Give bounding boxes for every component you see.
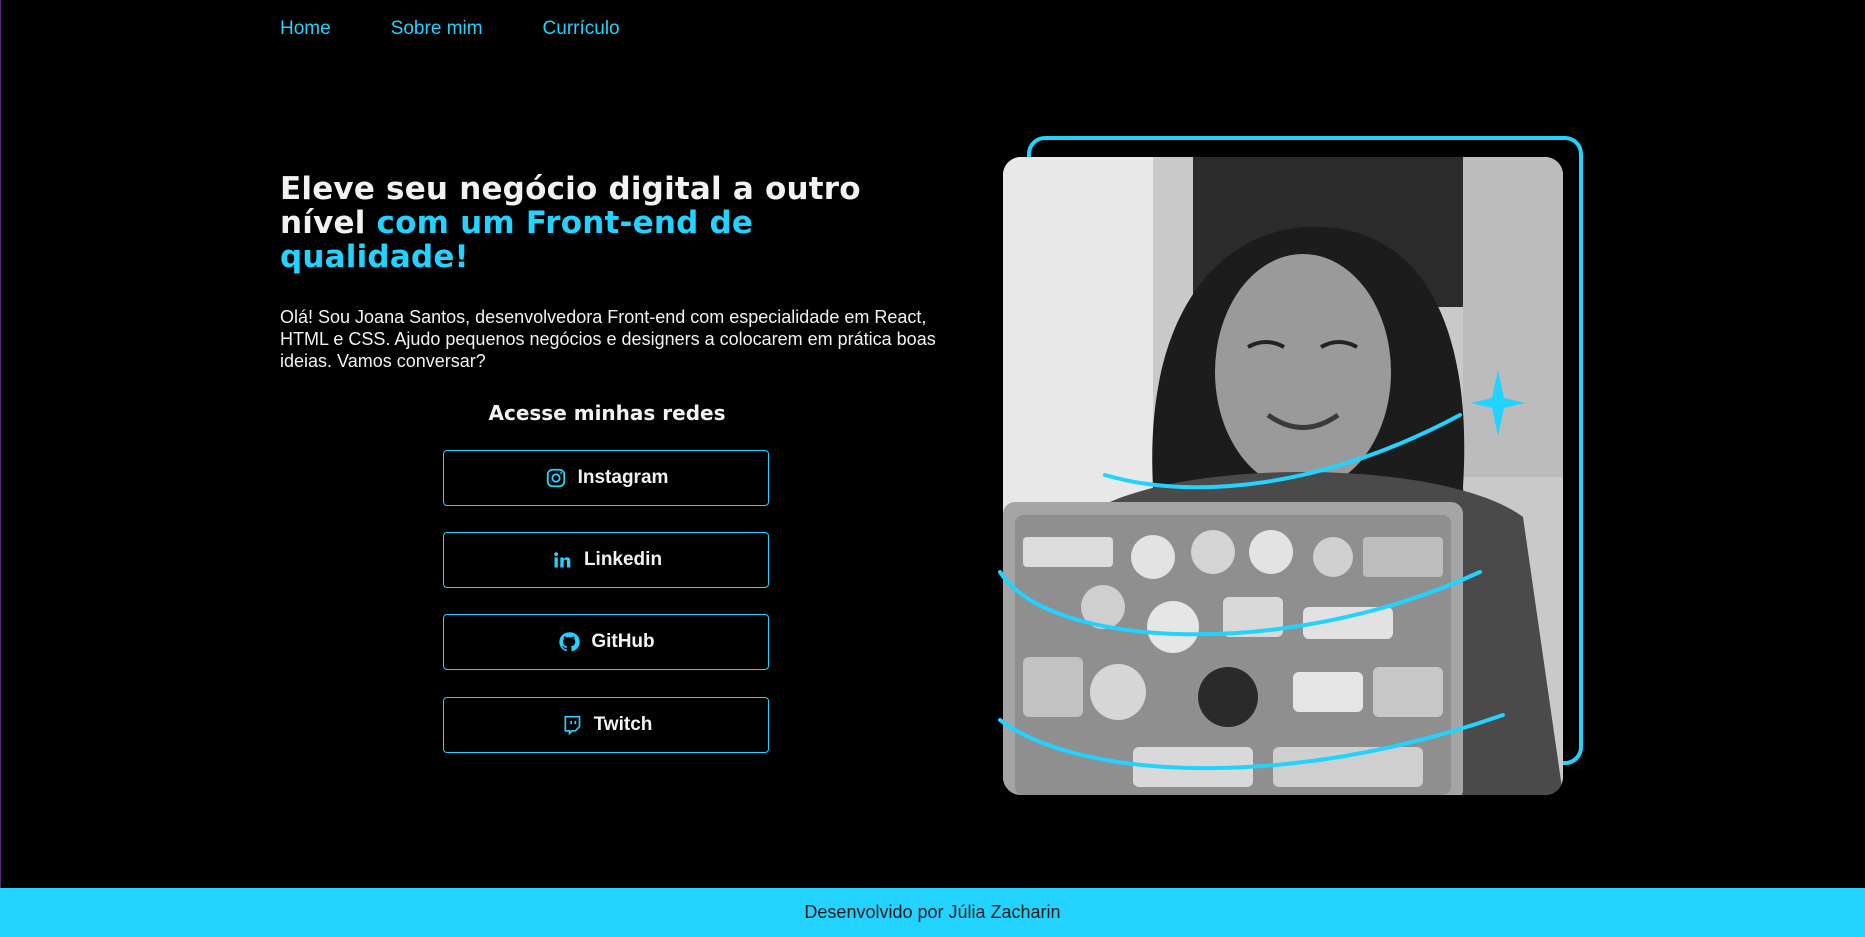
linkedin-label: Linkedin bbox=[583, 549, 663, 570]
nav-resume[interactable]: Currículo bbox=[543, 18, 620, 40]
page-edge bbox=[0, 0, 1, 888]
github-label: GitHub bbox=[591, 631, 655, 652]
nav-about[interactable]: Sobre mim bbox=[391, 18, 483, 40]
linkedin-button[interactable]: Linkedin bbox=[443, 532, 769, 588]
profile-photo bbox=[1003, 157, 1563, 795]
linkedin-icon bbox=[550, 548, 574, 572]
instagram-label: Instagram bbox=[577, 467, 669, 488]
twitch-icon bbox=[560, 713, 584, 737]
top-nav: Home Sobre mim Currículo bbox=[280, 18, 680, 40]
github-icon bbox=[557, 630, 581, 654]
social-title: Acesse minhas redes bbox=[488, 401, 726, 425]
footer: Desenvolvido por Júlia Zacharin bbox=[0, 888, 1865, 937]
nav-home[interactable]: Home bbox=[280, 18, 331, 40]
hero-title: Eleve seu negócio digital a outro nível … bbox=[280, 172, 920, 274]
instagram-button[interactable]: Instagram bbox=[443, 450, 769, 506]
hero-description: Olá! Sou Joana Santos, desenvolvedora Fr… bbox=[280, 307, 936, 371]
footer-credit: Desenvolvido por Júlia Zacharin bbox=[804, 902, 1061, 922]
instagram-icon bbox=[544, 466, 568, 490]
github-button[interactable]: GitHub bbox=[443, 614, 769, 670]
twitch-label: Twitch bbox=[593, 714, 653, 735]
twitch-button[interactable]: Twitch bbox=[443, 697, 769, 753]
